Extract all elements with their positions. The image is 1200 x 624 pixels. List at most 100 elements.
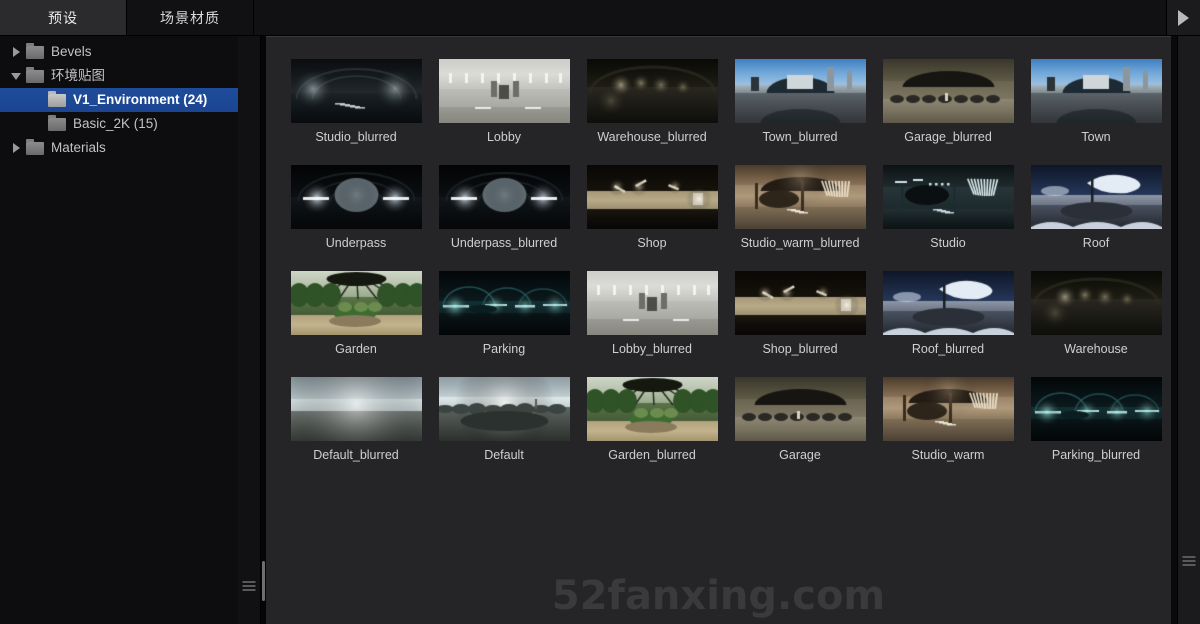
thumbnail-label: Studio bbox=[930, 236, 966, 250]
sidebar-splitter[interactable] bbox=[238, 36, 261, 624]
tree-item-v1-environment[interactable]: V1_Environment (24) bbox=[0, 88, 238, 112]
thumbnail-image[interactable] bbox=[882, 59, 1014, 123]
tab-bar: 预设 场景材质 bbox=[0, 0, 1200, 36]
thumbnail-label: Parking bbox=[482, 342, 526, 356]
thumbnail-item[interactable]: Garage bbox=[726, 377, 874, 483]
triangle-right-icon bbox=[1178, 9, 1189, 26]
thumbnail-item[interactable]: Underpass bbox=[282, 165, 430, 271]
thumbnail-item[interactable]: Studio bbox=[874, 165, 1022, 271]
thumbnail-item[interactable]: Studio_warm bbox=[874, 377, 1022, 483]
thumbnail-image[interactable] bbox=[438, 59, 570, 123]
thumbnail-item[interactable]: Default bbox=[430, 377, 578, 483]
watermark-text: 52fanxing.com bbox=[551, 573, 886, 619]
thumbnail-image[interactable] bbox=[882, 271, 1014, 335]
thumbnail-label: Town bbox=[1081, 130, 1111, 144]
thumbnail-image[interactable] bbox=[882, 377, 1014, 441]
thumbnail-item[interactable]: Studio_warm_blurred bbox=[726, 165, 874, 271]
thumbnail-label: Lobby_blurred bbox=[612, 342, 692, 356]
thumbnail-label: Roof_blurred bbox=[911, 342, 985, 356]
thumbnail-label: Studio_warm bbox=[911, 448, 985, 462]
thumbnail-item[interactable]: Underpass_blurred bbox=[430, 165, 578, 271]
tree-item-label: V1_Environment (24) bbox=[73, 92, 208, 107]
application-window: 预设 场景材质 Bevels 环境贴图 V1_Environment (24) … bbox=[0, 0, 1200, 624]
thumbnail-label: Studio_blurred bbox=[315, 130, 397, 144]
scroll-grip-icon bbox=[1182, 556, 1196, 568]
folder-icon bbox=[26, 66, 44, 83]
resize-grip-icon bbox=[242, 581, 256, 593]
thumbnail-label: Studio_warm_blurred bbox=[740, 236, 860, 250]
thumbnail-item[interactable]: Studio_blurred bbox=[282, 59, 430, 165]
thumbnail-grid: Studio_blurred Lobby Warehouse_blurred Town… bbox=[266, 37, 1171, 483]
folder-tree: Bevels 环境贴图 V1_Environment (24) Basic_2K… bbox=[0, 36, 238, 160]
thumbnail-item[interactable]: Town bbox=[1022, 59, 1170, 165]
folder-tree-sidebar: Bevels 环境贴图 V1_Environment (24) Basic_2K… bbox=[0, 36, 238, 624]
thumbnail-image[interactable] bbox=[734, 377, 866, 441]
tree-item-label: Bevels bbox=[51, 44, 92, 59]
thumbnail-item[interactable]: Garden_blurred bbox=[578, 377, 726, 483]
main-body: Bevels 环境贴图 V1_Environment (24) Basic_2K… bbox=[0, 36, 1200, 624]
thumbnail-item[interactable]: Roof bbox=[1022, 165, 1170, 271]
folder-icon bbox=[48, 114, 66, 131]
scrollbar-thumb[interactable] bbox=[262, 561, 265, 601]
thumbnail-image[interactable] bbox=[586, 271, 718, 335]
tree-item-materials[interactable]: Materials bbox=[0, 136, 238, 160]
thumbnail-image[interactable] bbox=[290, 59, 422, 123]
thumbnail-image[interactable] bbox=[290, 271, 422, 335]
thumbnail-item[interactable]: Shop_blurred bbox=[726, 271, 874, 377]
tree-item-basic-2k[interactable]: Basic_2K (15) bbox=[0, 112, 238, 136]
thumbnail-label: Shop_blurred bbox=[762, 342, 838, 356]
thumbnail-browser: Studio_blurred Lobby Warehouse_blurred Town… bbox=[266, 36, 1171, 624]
thumbnail-item[interactable]: Lobby_blurred bbox=[578, 271, 726, 377]
tab-scene-materials-label: 场景材质 bbox=[160, 9, 220, 26]
thumbnail-item[interactable]: Garage_blurred bbox=[874, 59, 1022, 165]
thumbnail-image[interactable] bbox=[586, 165, 718, 229]
thumbnail-item[interactable]: Garden bbox=[282, 271, 430, 377]
thumbnail-label: Default_blurred bbox=[313, 448, 399, 462]
tab-scroll-right-button[interactable] bbox=[1167, 0, 1200, 35]
chevron-right-icon[interactable] bbox=[6, 47, 26, 57]
thumbnail-image[interactable] bbox=[1030, 271, 1162, 335]
thumbnail-label: Garage_blurred bbox=[904, 130, 992, 144]
folder-icon bbox=[26, 138, 44, 155]
tab-scene-materials[interactable]: 场景材质 bbox=[127, 0, 254, 35]
thumbnail-label: Lobby bbox=[486, 130, 522, 144]
thumbnail-item[interactable]: Warehouse bbox=[1022, 271, 1170, 377]
thumbnail-image[interactable] bbox=[734, 59, 866, 123]
content-scrollbar[interactable] bbox=[1177, 36, 1200, 624]
thumbnail-label: Garden bbox=[335, 342, 377, 356]
thumbnail-item[interactable]: Parking_blurred bbox=[1022, 377, 1170, 483]
chevron-down-icon[interactable] bbox=[6, 72, 26, 80]
thumbnail-image[interactable] bbox=[1030, 59, 1162, 123]
thumbnail-label: Garage bbox=[779, 448, 821, 462]
tree-item-environment-maps[interactable]: 环境贴图 bbox=[0, 64, 238, 88]
thumbnail-item[interactable]: Warehouse_blurred bbox=[578, 59, 726, 165]
thumbnail-item[interactable]: Parking bbox=[430, 271, 578, 377]
thumbnail-label: Warehouse bbox=[1064, 342, 1128, 356]
thumbnail-item[interactable]: Default_blurred bbox=[282, 377, 430, 483]
thumbnail-image[interactable] bbox=[882, 165, 1014, 229]
thumbnail-image[interactable] bbox=[438, 271, 570, 335]
thumbnail-image[interactable] bbox=[586, 59, 718, 123]
thumbnail-item[interactable]: Roof_blurred bbox=[874, 271, 1022, 377]
thumbnail-image[interactable] bbox=[1030, 165, 1162, 229]
thumbnail-item[interactable]: Lobby bbox=[430, 59, 578, 165]
thumbnail-item[interactable]: Town_blurred bbox=[726, 59, 874, 165]
tab-presets[interactable]: 预设 bbox=[0, 0, 127, 35]
thumbnail-image[interactable] bbox=[290, 165, 422, 229]
thumbnail-label: Parking_blurred bbox=[1051, 448, 1141, 462]
thumbnail-label: Roof bbox=[1082, 236, 1110, 250]
tree-item-label: Basic_2K (15) bbox=[73, 116, 158, 131]
thumbnail-image[interactable] bbox=[1030, 377, 1162, 441]
thumbnail-image[interactable] bbox=[586, 377, 718, 441]
thumbnail-image[interactable] bbox=[734, 271, 866, 335]
thumbnail-image[interactable] bbox=[438, 377, 570, 441]
tree-item-bevels[interactable]: Bevels bbox=[0, 40, 238, 64]
chevron-right-icon[interactable] bbox=[6, 143, 26, 153]
tab-presets-label: 预设 bbox=[48, 9, 78, 26]
thumbnail-image[interactable] bbox=[438, 165, 570, 229]
tree-item-label: 环境贴图 bbox=[51, 68, 105, 83]
thumbnail-image[interactable] bbox=[734, 165, 866, 229]
thumbnail-image[interactable] bbox=[290, 377, 422, 441]
thumbnail-item[interactable]: Shop bbox=[578, 165, 726, 271]
folder-open-icon bbox=[48, 90, 66, 107]
